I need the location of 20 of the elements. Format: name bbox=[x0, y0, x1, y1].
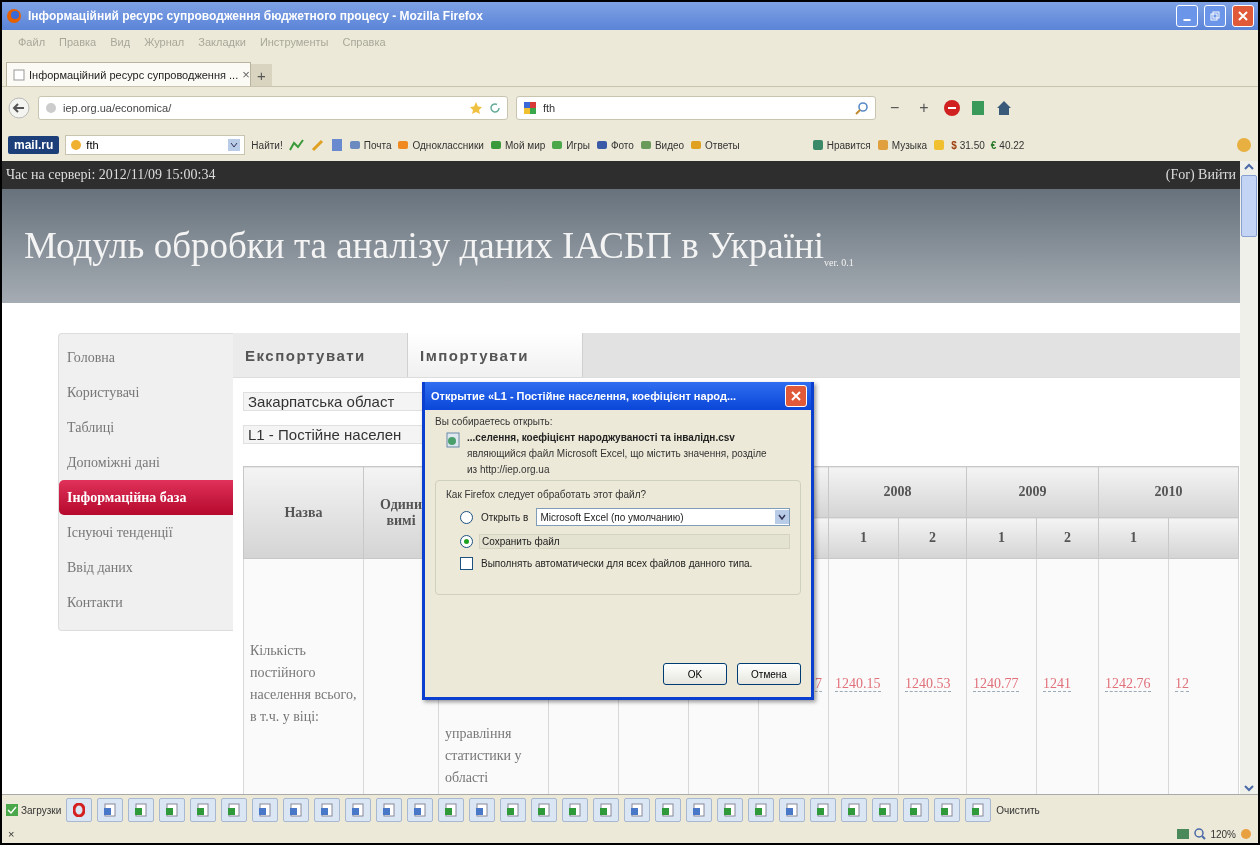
year-header: 2010 bbox=[1098, 466, 1239, 518]
half-year-header: 1 bbox=[966, 517, 1037, 559]
year-header: 2008 bbox=[828, 466, 967, 518]
half-year-header: 2 bbox=[898, 517, 967, 559]
dialog-title: Открытие «L1 - Постійне населення, коефіцієнт народ... bbox=[431, 390, 738, 402]
page-title: Модуль обробки та аналізу даних ІАСБП в Україні$_{ver. 0.1}$ bbox=[24, 223, 854, 269]
server-time: Час на сервері: 2012/11/09 15:00:34 bbox=[6, 167, 216, 183]
year-header: 2009 bbox=[966, 466, 1099, 518]
half-year-header: 1 bbox=[828, 517, 899, 559]
file-name: ...селення, коефіцієнт народжуваності та інвалідн.csv bbox=[467, 432, 736, 443]
column-header: Назва bbox=[243, 466, 364, 559]
group-label: Как Firefox следует обработать этот файл? bbox=[446, 489, 648, 500]
dialog-text: Вы собираетесь открыть: bbox=[435, 416, 554, 427]
file-type: являющийся файл Microsoft Excel, що містить значення, розділе bbox=[467, 448, 767, 459]
window-title: Інформаційний ресурс супроводження бюджетного процесу - Mozilla Firefox bbox=[28, 9, 484, 23]
table-cell: Кількість постійного населення всього, в т.ч. у віці: bbox=[243, 558, 364, 794]
half-year-header: 1 bbox=[1098, 517, 1169, 559]
file-source: из http://iep.org.ua bbox=[467, 464, 551, 475]
zoom-level: 120% bbox=[1210, 828, 1236, 840]
half-year-header: 2 bbox=[1036, 517, 1099, 559]
